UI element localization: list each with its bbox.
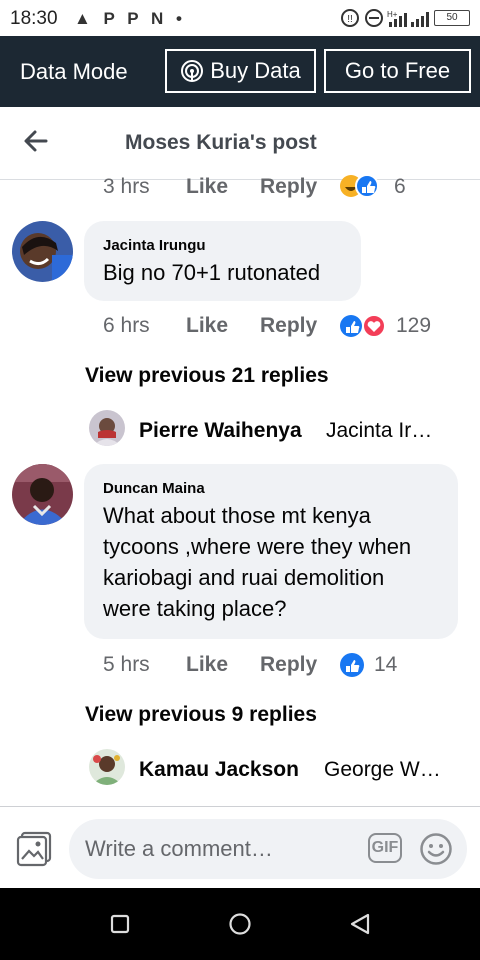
like-button[interactable]: Like [186, 175, 228, 199]
go-to-free-label: Go to Free [344, 58, 451, 83]
like-button[interactable]: Like [186, 653, 228, 677]
comment-time: 5 hrs [103, 653, 150, 676]
recents-icon[interactable] [110, 914, 130, 934]
reply-button[interactable]: Reply [260, 653, 317, 677]
comment-time: 3 hrs [103, 175, 150, 198]
reaction-count: 129 [396, 314, 432, 337]
status-time: 18:30 [10, 8, 58, 29]
data-mode-bar: Data Mode Buy Data Go to Free [0, 36, 480, 107]
home-icon[interactable] [228, 912, 252, 936]
status-bar: 18:30 ▲ P P N • !! H+ 50 [0, 0, 480, 36]
comment-text-line: What about those mt kenya [103, 503, 371, 528]
reply-preview[interactable]: Pierre Waihenya Jacinta Ir… [89, 410, 469, 448]
gif-icon[interactable]: GIF [368, 833, 402, 863]
comment-time: 6 hrs [103, 314, 150, 337]
reply-snippet: George W… [324, 758, 441, 781]
comment-text-line: tycoons ,where were they when [103, 534, 412, 559]
comment-text-line: were taking place? [103, 596, 287, 621]
comment-meta-row: 3 hrs Like Reply 6 [103, 174, 463, 201]
avatar[interactable] [12, 221, 73, 282]
avatar[interactable] [12, 464, 73, 525]
broadcast-icon [181, 60, 204, 82]
status-right-icons: !! H+ 50 [339, 8, 470, 28]
back-icon[interactable] [348, 912, 372, 936]
comment-bubble[interactable]: Jacinta Irungu Big no 70+1 rutonated [84, 221, 361, 301]
comment-meta-row: 6 hrs Like Reply 129 [103, 314, 463, 340]
like-reaction-icon [340, 653, 364, 677]
comment-text: Big no 70+1 rutonated [103, 260, 321, 285]
buy-data-button[interactable]: Buy Data [165, 49, 316, 93]
vibrate-icon: !! [341, 9, 359, 27]
data-mode-label: Data Mode [20, 59, 128, 84]
reaction-icons [340, 174, 379, 198]
like-button[interactable]: Like [186, 314, 228, 338]
notification-icons: ▲ P P N • [74, 9, 187, 28]
battery-icon: 50 [434, 10, 470, 26]
comment-text: What about those mt kenya tycoons ,where… [103, 500, 411, 624]
reply-author: Kamau Jackson [139, 758, 299, 781]
buy-data-label: Buy Data [210, 58, 301, 83]
go-to-free-button[interactable]: Go to Free [324, 49, 471, 93]
reaction-count: 14 [374, 653, 398, 676]
view-previous-replies[interactable]: View previous 21 replies [85, 364, 329, 388]
back-arrow-icon[interactable] [22, 127, 50, 155]
mute-icon [365, 9, 383, 27]
comment-input[interactable]: Write a comment… GIF [69, 819, 467, 879]
comment-text-line: kariobagi and ruai demolition [103, 565, 385, 590]
svg-text:!!: !! [347, 14, 353, 25]
post-header: Moses Kuria's post [0, 107, 480, 180]
comment-placeholder: Write a comment… [85, 836, 273, 861]
comment-author[interactable]: Duncan Maina [103, 480, 205, 497]
comment-meta-row: 5 hrs Like Reply 14 [103, 653, 463, 679]
reply-preview[interactable]: Kamau Jackson George W… [89, 749, 469, 787]
reaction-count: 6 [394, 175, 406, 198]
emoji-icon[interactable] [419, 832, 453, 866]
svg-text:H+: H+ [387, 10, 398, 19]
comment-composer: Write a comment… GIF [0, 806, 480, 889]
comment-bubble[interactable]: Duncan Maina What about those mt kenya t… [84, 464, 458, 639]
reply-snippet: Jacinta Ir… [326, 419, 433, 442]
reaction-icons [340, 314, 386, 338]
reply-button[interactable]: Reply [260, 175, 317, 199]
signal-icon: H+ [387, 10, 429, 27]
comment-author[interactable]: Jacinta Irungu [103, 237, 206, 254]
photo-icon[interactable] [16, 831, 52, 867]
avatar [89, 410, 125, 446]
view-previous-replies[interactable]: View previous 9 replies [85, 703, 317, 727]
page-title: Moses Kuria's post [125, 131, 317, 154]
avatar [89, 749, 125, 785]
reply-author: Pierre Waihenya [139, 419, 302, 442]
reply-button[interactable]: Reply [260, 314, 317, 338]
android-nav-bar [0, 888, 480, 960]
